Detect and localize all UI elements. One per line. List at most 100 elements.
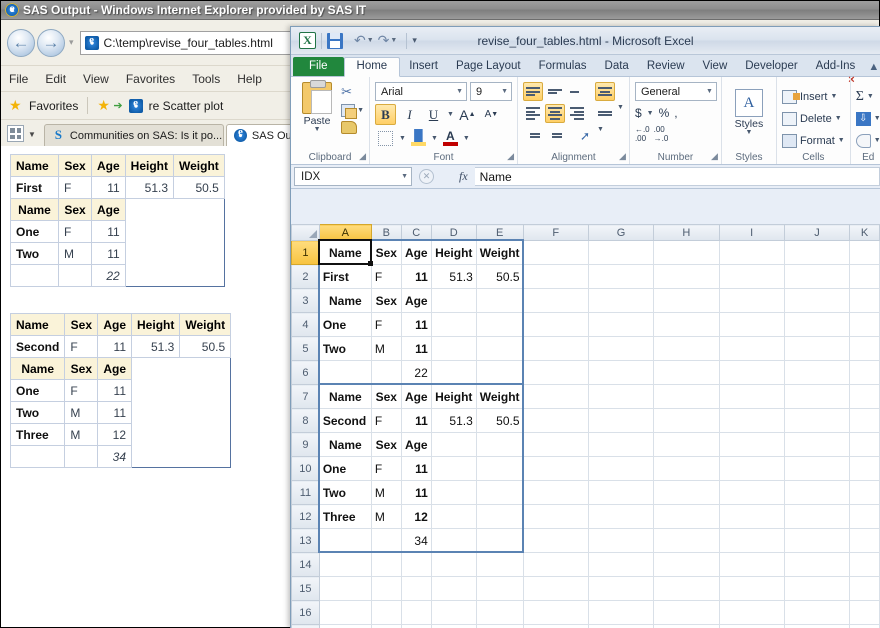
grid-cell-I9[interactable]: [719, 433, 784, 457]
grid-cell-K11[interactable]: [850, 481, 880, 505]
grid-cell-J6[interactable]: [784, 361, 849, 385]
column-header-i[interactable]: I: [719, 225, 784, 241]
grid-cell-B16[interactable]: [371, 601, 401, 625]
percent-button[interactable]: %: [659, 106, 670, 120]
grid-cell-D1[interactable]: Height: [431, 241, 476, 265]
grid-cell-J14[interactable]: [784, 553, 849, 577]
tab-list-chevron-icon[interactable]: ▼: [28, 130, 36, 139]
grid-cell-A17[interactable]: [319, 625, 371, 628]
tab-page-layout[interactable]: Page Layout: [447, 57, 530, 76]
column-header-b[interactable]: B: [371, 225, 401, 241]
borders-chevron-icon[interactable]: ▼: [399, 135, 406, 142]
grid-cell-A10[interactable]: One: [319, 457, 371, 481]
grid-cell-G8[interactable]: [588, 409, 653, 433]
grid-cell-C10[interactable]: 11: [401, 457, 431, 481]
grid-cell-K10[interactable]: [850, 457, 880, 481]
tab-formulas[interactable]: Formulas: [530, 57, 596, 76]
grid-cell-J1[interactable]: [784, 241, 849, 265]
decrease-decimal-icon[interactable]: .00→.0: [654, 125, 669, 143]
redo-icon[interactable]: ↷: [378, 32, 390, 49]
grid-cell-A2[interactable]: First: [319, 265, 371, 289]
number-dialog-launcher-icon[interactable]: ◢: [711, 151, 718, 162]
column-header-g[interactable]: G: [588, 225, 653, 241]
grid-cell-H8[interactable]: [654, 409, 719, 433]
tab-data[interactable]: Data: [596, 57, 638, 76]
grid-cell-B17[interactable]: [371, 625, 401, 628]
grid-cell-D8[interactable]: 51.3: [431, 409, 476, 433]
merge-chevron-icon[interactable]: ▼: [617, 104, 624, 123]
grid-cell-K3[interactable]: [850, 289, 880, 313]
favorite-link-label[interactable]: re Scatter plot: [149, 99, 224, 113]
grid-cell-F10[interactable]: [523, 457, 588, 481]
grid-cell-J7[interactable]: [784, 385, 849, 409]
fill-chevron-icon[interactable]: ▼: [874, 115, 880, 122]
grow-font-button[interactable]: A▲: [457, 104, 478, 125]
grid-cell-H4[interactable]: [654, 313, 719, 337]
grid-cell-H14[interactable]: [654, 553, 719, 577]
grid-cell-H13[interactable]: [654, 529, 719, 553]
favorites-star-icon[interactable]: ★: [9, 99, 23, 113]
grid-cell-K5[interactable]: [850, 337, 880, 361]
grid-cell-K4[interactable]: [850, 313, 880, 337]
grid-cell-G7[interactable]: [588, 385, 653, 409]
grid-cell-A15[interactable]: [319, 577, 371, 601]
browser-tab-communities[interactable]: S Communities on SAS: Is it po...: [44, 124, 224, 146]
grid-cell-G16[interactable]: [588, 601, 653, 625]
grid-cell-G5[interactable]: [588, 337, 653, 361]
row-header-13[interactable]: 13: [292, 529, 320, 553]
clipboard-dialog-launcher-icon[interactable]: ◢: [359, 151, 366, 162]
grid-cell-A3[interactable]: Name: [319, 289, 371, 313]
grid-cell-K14[interactable]: [850, 553, 880, 577]
grid-cell-F7[interactable]: [523, 385, 588, 409]
font-size-combo[interactable]: 9 ▼: [470, 82, 512, 101]
grid-cell-K6[interactable]: [850, 361, 880, 385]
grid-cell-E1[interactable]: Weight: [476, 241, 523, 265]
tab-insert[interactable]: Insert: [400, 57, 447, 76]
grid-cell-D12[interactable]: [431, 505, 476, 529]
grid-cell-F9[interactable]: [523, 433, 588, 457]
grid-cell-H2[interactable]: [654, 265, 719, 289]
grid-cell-A4[interactable]: One: [319, 313, 371, 337]
grid-cell-B11[interactable]: M: [371, 481, 401, 505]
row-header-7[interactable]: 7: [292, 385, 320, 409]
grid-cell-C17[interactable]: [401, 625, 431, 628]
grid-cell-E14[interactable]: [476, 553, 523, 577]
grid-cell-K12[interactable]: [850, 505, 880, 529]
grid-cell-K1[interactable]: [850, 241, 880, 265]
insert-cells-button[interactable]: Insert ▼: [782, 86, 837, 107]
grid-cell-B6[interactable]: [371, 361, 401, 385]
grid-cell-J10[interactable]: [784, 457, 849, 481]
grid-cell-C16[interactable]: [401, 601, 431, 625]
grid-cell-D10[interactable]: [431, 457, 476, 481]
row-header-1[interactable]: 1: [292, 241, 320, 265]
font-dialog-launcher-icon[interactable]: ◢: [507, 151, 514, 162]
grid-cell-I4[interactable]: [719, 313, 784, 337]
grid-cell-E2[interactable]: 50.5: [476, 265, 523, 289]
grid-cell-C2[interactable]: 11: [401, 265, 431, 289]
row-header-5[interactable]: 5: [292, 337, 320, 361]
spreadsheet-grid[interactable]: ABCDEFGHIJK1NameSexAgeHeightWeight2First…: [291, 224, 880, 628]
grid-cell-A12[interactable]: Three: [319, 505, 371, 529]
grid-cell-E10[interactable]: [476, 457, 523, 481]
orientation-button[interactable]: ➚: [575, 126, 595, 145]
row-header-16[interactable]: 16: [292, 601, 320, 625]
grid-cell-H11[interactable]: [654, 481, 719, 505]
redo-chevron-icon[interactable]: ▼: [390, 37, 397, 44]
grid-cell-I16[interactable]: [719, 601, 784, 625]
grid-cell-K9[interactable]: [850, 433, 880, 457]
grid-cell-F6[interactable]: [523, 361, 588, 385]
grid-cell-H1[interactable]: [654, 241, 719, 265]
grid-cell-I7[interactable]: [719, 385, 784, 409]
name-box-chevron-icon[interactable]: ▼: [401, 173, 408, 180]
column-header-a[interactable]: A: [319, 225, 371, 241]
grid-cell-J13[interactable]: [784, 529, 849, 553]
grid-cell-F3[interactable]: [523, 289, 588, 313]
grid-cell-K16[interactable]: [850, 601, 880, 625]
grid-cell-B3[interactable]: Sex: [371, 289, 401, 313]
grid-cell-J16[interactable]: [784, 601, 849, 625]
grid-cell-J11[interactable]: [784, 481, 849, 505]
grid-cell-I1[interactable]: [719, 241, 784, 265]
underline-button[interactable]: U: [423, 104, 444, 125]
grid-cell-I5[interactable]: [719, 337, 784, 361]
tab-file[interactable]: File: [293, 57, 344, 76]
